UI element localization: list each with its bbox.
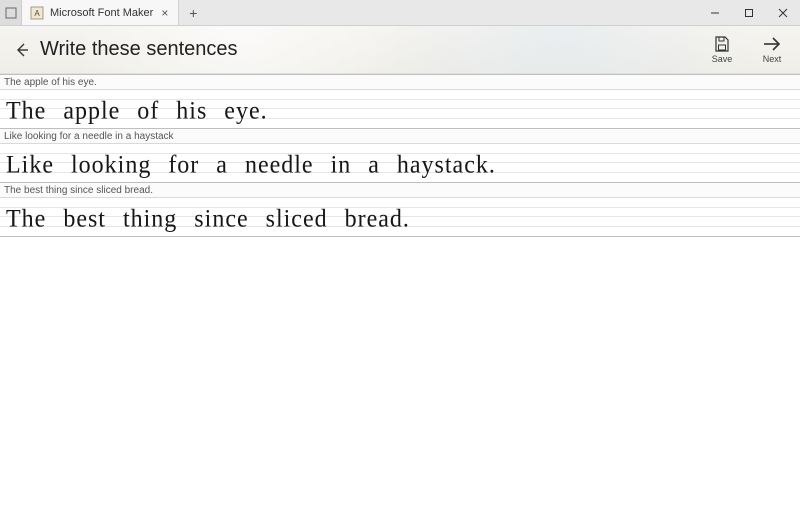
close-window-button[interactable]	[766, 0, 800, 25]
sentence-prompt: Like looking for a needle in a haystack	[0, 129, 800, 144]
tab-close-icon[interactable]: ×	[159, 6, 170, 20]
sentence-list: The apple of his eye. The apple of his e…	[0, 74, 800, 237]
title-bar: A Microsoft Font Maker × +	[0, 0, 800, 26]
sentence-row: Like looking for a needle in a haystack …	[0, 128, 800, 183]
save-icon	[712, 35, 732, 53]
back-arrow-icon	[14, 42, 30, 58]
next-label: Next	[763, 54, 782, 64]
back-button[interactable]	[8, 36, 36, 64]
sentence-row: The best thing since sliced bread. The b…	[0, 182, 800, 237]
tab-strip-leading-icon[interactable]	[0, 0, 22, 25]
handwriting-text: The best thing since sliced bread.	[6, 206, 410, 231]
handwriting-area[interactable]: The best thing since sliced bread.	[0, 198, 800, 236]
maximize-button[interactable]	[732, 0, 766, 25]
minimize-button[interactable]	[698, 0, 732, 25]
minimize-icon	[710, 8, 720, 18]
next-button[interactable]: Next	[756, 35, 788, 64]
window-controls	[698, 0, 800, 25]
svg-text:A: A	[34, 9, 40, 18]
titlebar-spacer	[207, 0, 698, 25]
sentence-prompt: The apple of his eye.	[0, 75, 800, 90]
page-title: Write these sentences	[40, 38, 238, 61]
handwriting-area[interactable]: Like looking for a needle in a haystack.	[0, 144, 800, 182]
save-label: Save	[712, 54, 733, 64]
handwriting-text: Like looking for a needle in a haystack.	[6, 152, 496, 177]
app-icon: A	[30, 6, 44, 20]
handwriting-text: The apple of his eye.	[6, 98, 268, 123]
header-actions: Save Next	[706, 35, 788, 64]
tab-title: Microsoft Font Maker	[50, 7, 153, 19]
page-header: Write these sentences Save Next	[0, 26, 800, 74]
tab-active[interactable]: A Microsoft Font Maker ×	[22, 0, 179, 25]
sentence-prompt: The best thing since sliced bread.	[0, 183, 800, 198]
tab-strip: A Microsoft Font Maker × +	[0, 0, 207, 25]
close-icon	[778, 8, 788, 18]
new-tab-button[interactable]: +	[179, 0, 207, 25]
handwriting-area[interactable]: The apple of his eye.	[0, 90, 800, 128]
maximize-icon	[744, 8, 754, 18]
next-arrow-icon	[762, 35, 782, 53]
save-button[interactable]: Save	[706, 35, 738, 64]
sentence-row: The apple of his eye. The apple of his e…	[0, 74, 800, 129]
